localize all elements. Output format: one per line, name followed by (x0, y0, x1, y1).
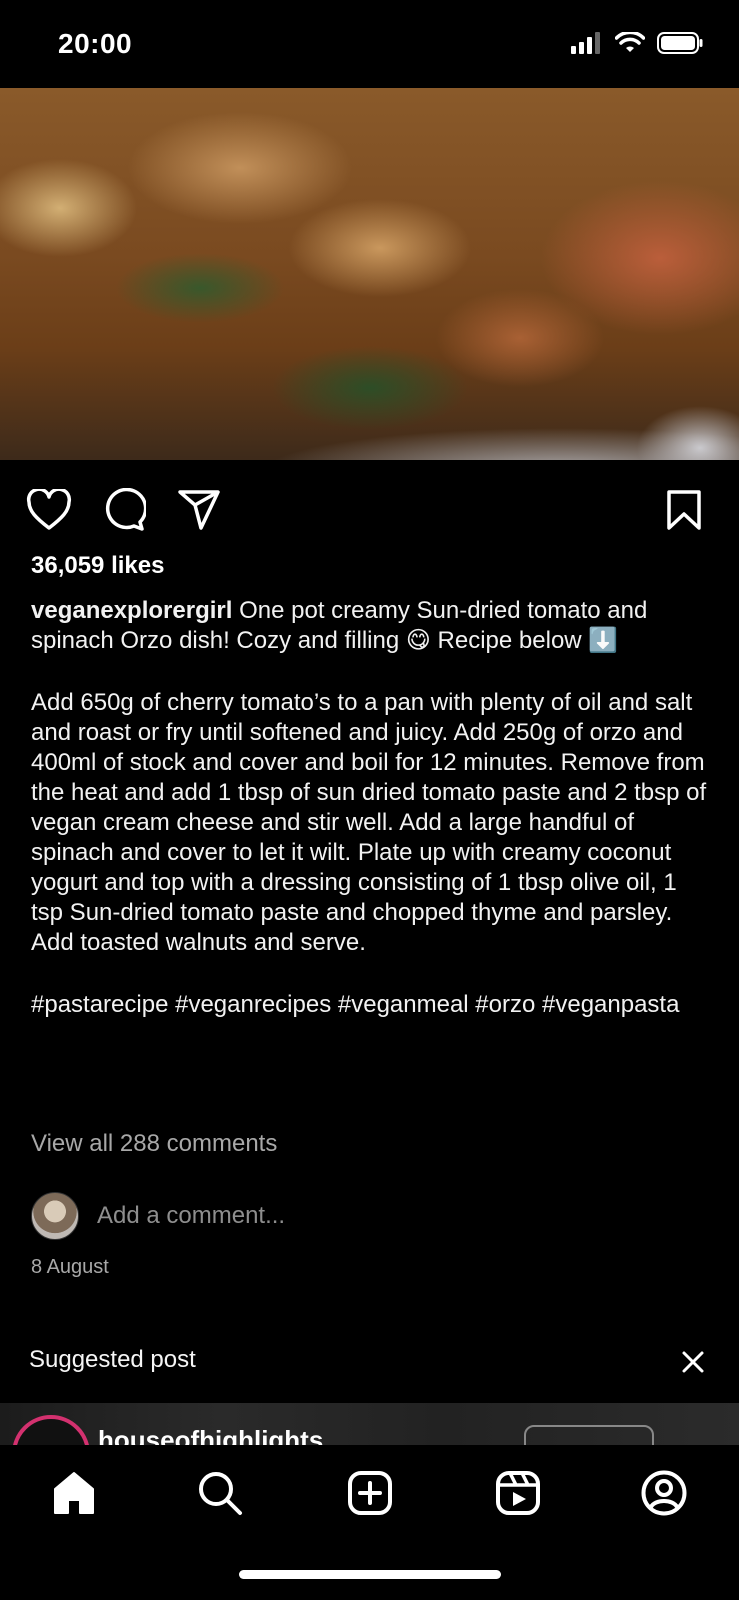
signal-icon (571, 32, 600, 54)
home-indicator[interactable] (239, 1570, 501, 1579)
plate-rim (0, 400, 739, 460)
status-icons (571, 32, 703, 54)
suggested-username[interactable]: houseofhighlights (98, 1425, 323, 1445)
avatar (31, 1192, 79, 1240)
suggested-avatar[interactable] (12, 1415, 90, 1445)
post-username[interactable]: veganexplorergirl (31, 597, 232, 624)
view-all-comments-link[interactable]: View all 288 comments (31, 1130, 277, 1158)
share-icon[interactable] (175, 486, 223, 534)
caption-body: Add 650g of cherry tomato’s to a pan wit… (31, 689, 713, 956)
caption-hashtags[interactable]: #pastarecipe #veganrecipes #veganmeal #o… (31, 990, 711, 1020)
close-icon[interactable] (677, 1346, 709, 1378)
battery-icon (657, 32, 703, 54)
suggested-post-header: Suggested post (29, 1346, 196, 1373)
suggested-post-preview[interactable]: houseofhighlights (0, 1403, 739, 1445)
post-photo[interactable] (0, 88, 739, 460)
add-comment-input[interactable]: Add a comment... (97, 1202, 285, 1230)
like-icon[interactable] (25, 486, 73, 534)
profile-icon[interactable] (638, 1467, 690, 1519)
search-icon[interactable] (194, 1467, 246, 1519)
post-date: 8 August (31, 1256, 109, 1278)
likes-count[interactable]: 36,059 likes (31, 552, 164, 580)
add-comment-row[interactable]: Add a comment... (31, 1190, 285, 1242)
status-time: 20:00 (58, 28, 133, 59)
bookmark-icon[interactable] (660, 486, 708, 534)
status-bar: 20:00 (0, 0, 739, 88)
follow-button[interactable] (524, 1425, 654, 1445)
wifi-icon (615, 32, 645, 52)
comment-icon[interactable] (100, 486, 148, 534)
caption: veganexplorergirl One pot creamy Sun-dri… (31, 596, 711, 1020)
reels-icon[interactable] (492, 1467, 544, 1519)
home-icon[interactable] (48, 1467, 100, 1519)
caption-intro: veganexplorergirl One pot creamy Sun-dri… (31, 596, 711, 656)
create-icon[interactable] (344, 1467, 396, 1519)
post-actions (0, 470, 739, 540)
